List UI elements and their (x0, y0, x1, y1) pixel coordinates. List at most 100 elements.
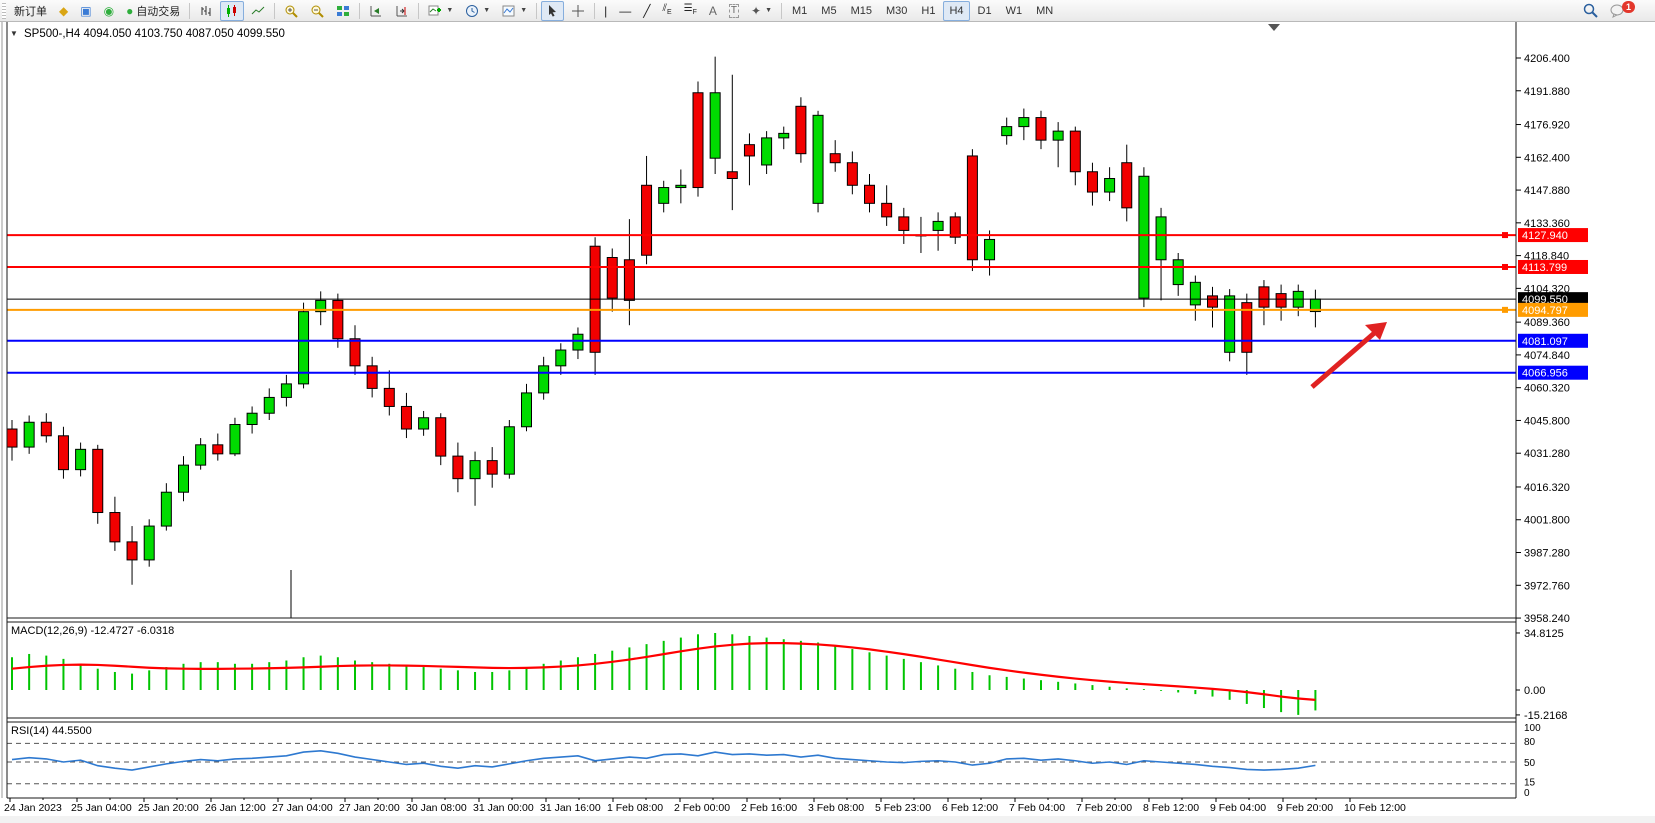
candle-down (1087, 172, 1097, 192)
time-tick-label: 2 Feb 00:00 (674, 802, 730, 814)
candle-down (624, 260, 634, 301)
candle-up (573, 334, 583, 350)
channel-icon[interactable]: ⫽E (657, 1, 676, 21)
tf-m30-button[interactable]: M30 (880, 1, 913, 21)
candle-down (830, 154, 840, 163)
candle-down (93, 449, 103, 512)
candle-down (642, 185, 652, 255)
level-line-endpoint[interactable] (1502, 232, 1508, 238)
time-tick-label: 2 Feb 16:00 (741, 802, 797, 814)
candlestick-chart-icon[interactable] (220, 1, 244, 21)
chart-shift-icon[interactable] (390, 1, 414, 21)
trendline-icon[interactable]: ╱ (638, 1, 655, 21)
chat-icon[interactable]: 1 (1605, 1, 1646, 21)
candle-down (693, 93, 703, 188)
time-tick-label: 1 Feb 08:00 (607, 802, 663, 814)
main-toolbar: 新订单 ◆ ▣ ◉ ● 自动交易 (0, 0, 1655, 22)
tf-m15-button[interactable]: M15 (845, 1, 878, 21)
arrows-icon[interactable]: ✦▼ (746, 1, 777, 21)
text-icon[interactable]: A (704, 1, 722, 21)
tf-d1-button[interactable]: D1 (972, 1, 998, 21)
profiles-icon[interactable]: ◆ (54, 1, 73, 21)
chart-window[interactable]: 4206.4004191.8804176.9204162.4004147.880… (0, 0, 1655, 823)
time-tick-label: 27 Jan 20:00 (339, 802, 400, 814)
tf-mn-button[interactable]: MN (1030, 1, 1059, 21)
level-price-box-label: 4081.097 (1522, 336, 1568, 348)
price-tick-label: 3972.760 (1524, 580, 1570, 592)
level-line-endpoint[interactable] (1502, 307, 1508, 313)
autotrading-button[interactable]: ● 自动交易 (121, 1, 185, 21)
candle-up (676, 185, 686, 187)
candle-up (779, 133, 789, 138)
horizontal-line-icon[interactable]: — (614, 1, 636, 21)
candle-down (899, 217, 909, 231)
level-line-endpoint[interactable] (1502, 264, 1508, 270)
price-tick-label: 4016.320 (1524, 482, 1570, 494)
time-tick-label: 27 Jan 04:00 (272, 802, 333, 814)
autoscroll-icon[interactable] (364, 1, 388, 21)
new-order-button[interactable]: 新订单 (9, 1, 52, 21)
candle-down (487, 461, 497, 475)
candle-up (522, 393, 532, 427)
zoom-in-icon[interactable] (279, 1, 303, 21)
text-label-icon[interactable]: T (724, 1, 744, 21)
zoom-out-icon[interactable] (305, 1, 329, 21)
vertical-line-icon[interactable]: | (599, 1, 612, 21)
time-tick-label: 24 Jan 2023 (4, 802, 62, 814)
time-tick-label: 30 Jan 08:00 (406, 802, 467, 814)
price-axis[interactable]: 4206.4004191.8804176.9204162.4004147.880… (1516, 22, 1655, 799)
candle-down (453, 456, 463, 479)
toolbar-grip[interactable] (2, 3, 6, 19)
search-icon[interactable] (1578, 1, 1603, 21)
candle-up (196, 445, 206, 465)
mt4-window: 新订单 ◆ ▣ ◉ ● 自动交易 (0, 0, 1655, 823)
level-price-box-label: 4127.940 (1522, 230, 1568, 242)
new-order-label: 新订单 (14, 3, 47, 19)
periods-icon[interactable]: ▼ (460, 1, 495, 21)
candle-down (744, 145, 754, 156)
symbol-dropdown-icon[interactable]: ▼ (10, 29, 18, 38)
tf-w1-button[interactable]: W1 (1000, 1, 1029, 21)
autotrading-label: 自动交易 (136, 3, 180, 19)
candle-down (384, 388, 394, 406)
candle-down (350, 339, 360, 366)
tf-h1-button[interactable]: H1 (915, 1, 941, 21)
community-icon[interactable]: ▣ (75, 1, 96, 21)
candle-down (1122, 163, 1132, 208)
tile-windows-icon[interactable] (331, 1, 355, 21)
crosshair-icon[interactable] (566, 1, 590, 21)
indicators-icon[interactable]: ▼ (423, 1, 458, 21)
candle-down (865, 185, 875, 203)
candle-up (504, 427, 514, 474)
bar-chart-icon[interactable] (194, 1, 218, 21)
time-axis[interactable]: 24 Jan 202325 Jan 04:0025 Jan 20:0026 Ja… (0, 798, 1655, 823)
macd-label: MACD(12,26,9) -12.4727 -6.0318 (11, 625, 174, 637)
cursor-icon[interactable] (541, 1, 564, 21)
signals-icon[interactable]: ◉ (99, 1, 119, 21)
candle-up (247, 413, 257, 424)
price-tick-label: 4206.400 (1524, 53, 1570, 65)
candle-up (1019, 118, 1029, 127)
price-tick-label: 4045.800 (1524, 415, 1570, 427)
templates-icon[interactable]: ▼ (497, 1, 532, 21)
level-price-box: 4094.797 (1518, 303, 1588, 317)
candle-down (1070, 131, 1080, 172)
price-axis-background (1517, 22, 1655, 798)
candle-down (967, 156, 977, 260)
time-tick-label: 8 Feb 12:00 (1143, 802, 1199, 814)
candle-down (1208, 296, 1218, 307)
tf-m5-button[interactable]: M5 (815, 1, 842, 21)
candle-up (1173, 260, 1183, 285)
autotrading-globe-icon: ● (126, 5, 133, 17)
candle-down (213, 445, 223, 454)
tf-h4-button[interactable]: H4 (943, 1, 969, 21)
line-chart-icon[interactable] (246, 1, 270, 21)
time-tick-label: 31 Jan 00:00 (473, 802, 534, 814)
candle-up (1105, 179, 1115, 193)
price-tick-label: 4162.400 (1524, 152, 1570, 164)
rsi-axis-label: 0 (1524, 788, 1530, 799)
tf-m1-button[interactable]: M1 (786, 1, 813, 21)
fibonacci-icon[interactable]: ☰F (679, 1, 702, 21)
time-tick-label: 31 Jan 16:00 (540, 802, 601, 814)
candle-up (76, 449, 86, 469)
